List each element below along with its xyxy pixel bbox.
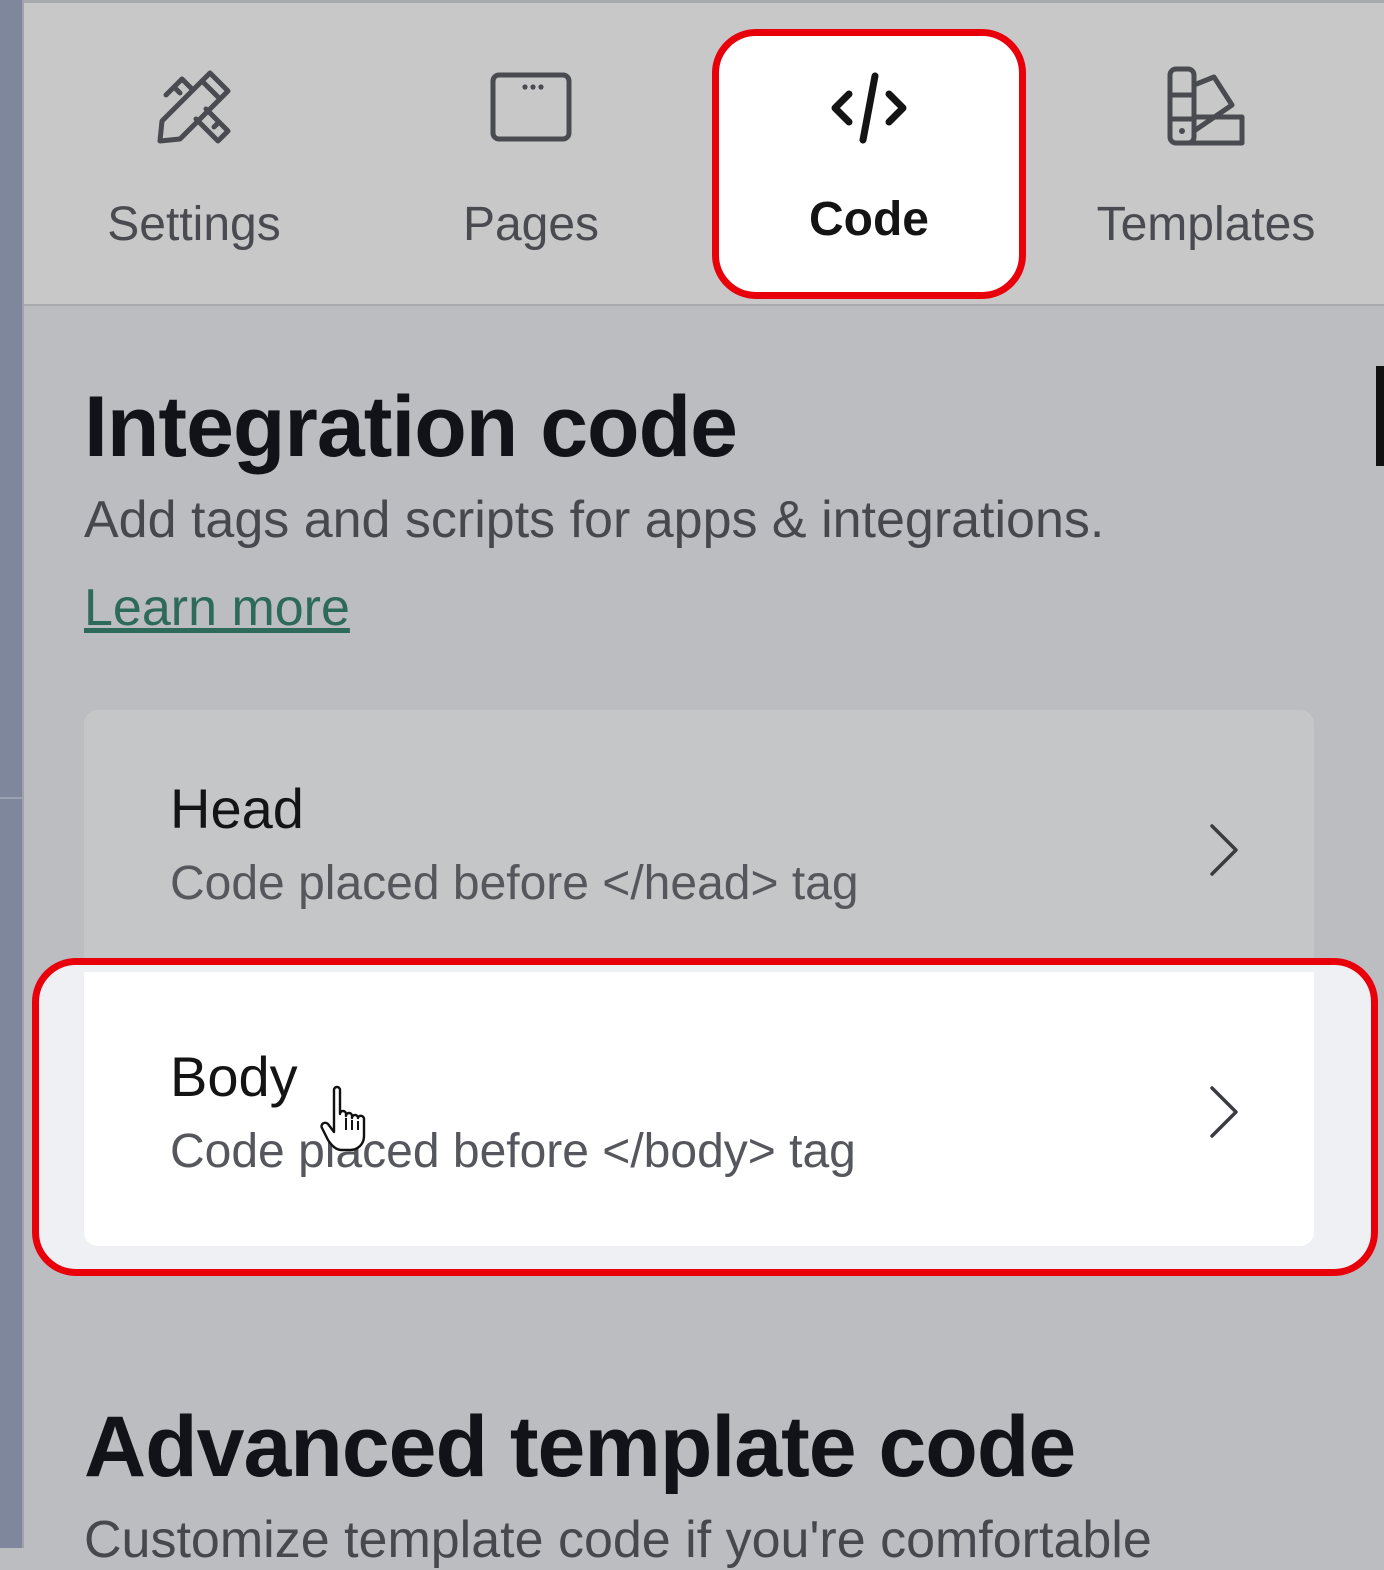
tab-templates[interactable]: Templates	[1048, 29, 1364, 299]
tab-label: Pages	[462, 198, 600, 251]
tab-label: Settings	[107, 198, 281, 251]
tab-code[interactable]: Code	[712, 29, 1026, 299]
code-settings-panel: Settings Pages Code Templates Integratio…	[22, 0, 1384, 1569]
tab-bar: Settings Pages Code Templates	[24, 0, 1384, 306]
section-description: Add tags and scripts for apps & integrat…	[84, 491, 1105, 549]
tab-label: Code	[809, 193, 929, 246]
scrollbar-thumb[interactable]	[1376, 366, 1384, 466]
pencil-ruler-icon	[157, 70, 231, 144]
chevron-right-icon	[1210, 1086, 1238, 1138]
tab-settings[interactable]: Settings	[36, 29, 352, 299]
tab-pages[interactable]: Pages	[373, 29, 689, 299]
row-subtitle: Code placed before </body> tag	[170, 1125, 856, 1178]
hand-pointer-cursor-icon	[320, 1085, 366, 1152]
chevron-right-icon	[1210, 824, 1238, 876]
head-code-row[interactable]: Head Code placed before </head> tag	[84, 710, 1314, 972]
learn-more-link[interactable]: Learn more	[84, 578, 350, 638]
advanced-section-description: Customize template code if you're comfor…	[84, 1511, 1152, 1569]
left-edge-strip	[0, 0, 22, 1548]
tab-label: Templates	[1096, 198, 1316, 251]
row-title: Head	[170, 777, 304, 840]
template-swatch-icon	[1167, 66, 1245, 146]
divider	[0, 797, 22, 799]
row-subtitle: Code placed before </head> tag	[170, 857, 859, 910]
section-title: Integration code	[84, 379, 738, 475]
browser-window-icon	[490, 72, 572, 142]
code-brackets-icon	[831, 72, 907, 144]
body-code-row[interactable]: Body Code placed before </body> tag	[84, 972, 1314, 1246]
row-title: Body	[170, 1045, 298, 1108]
advanced-section-title: Advanced template code	[84, 1399, 1076, 1495]
